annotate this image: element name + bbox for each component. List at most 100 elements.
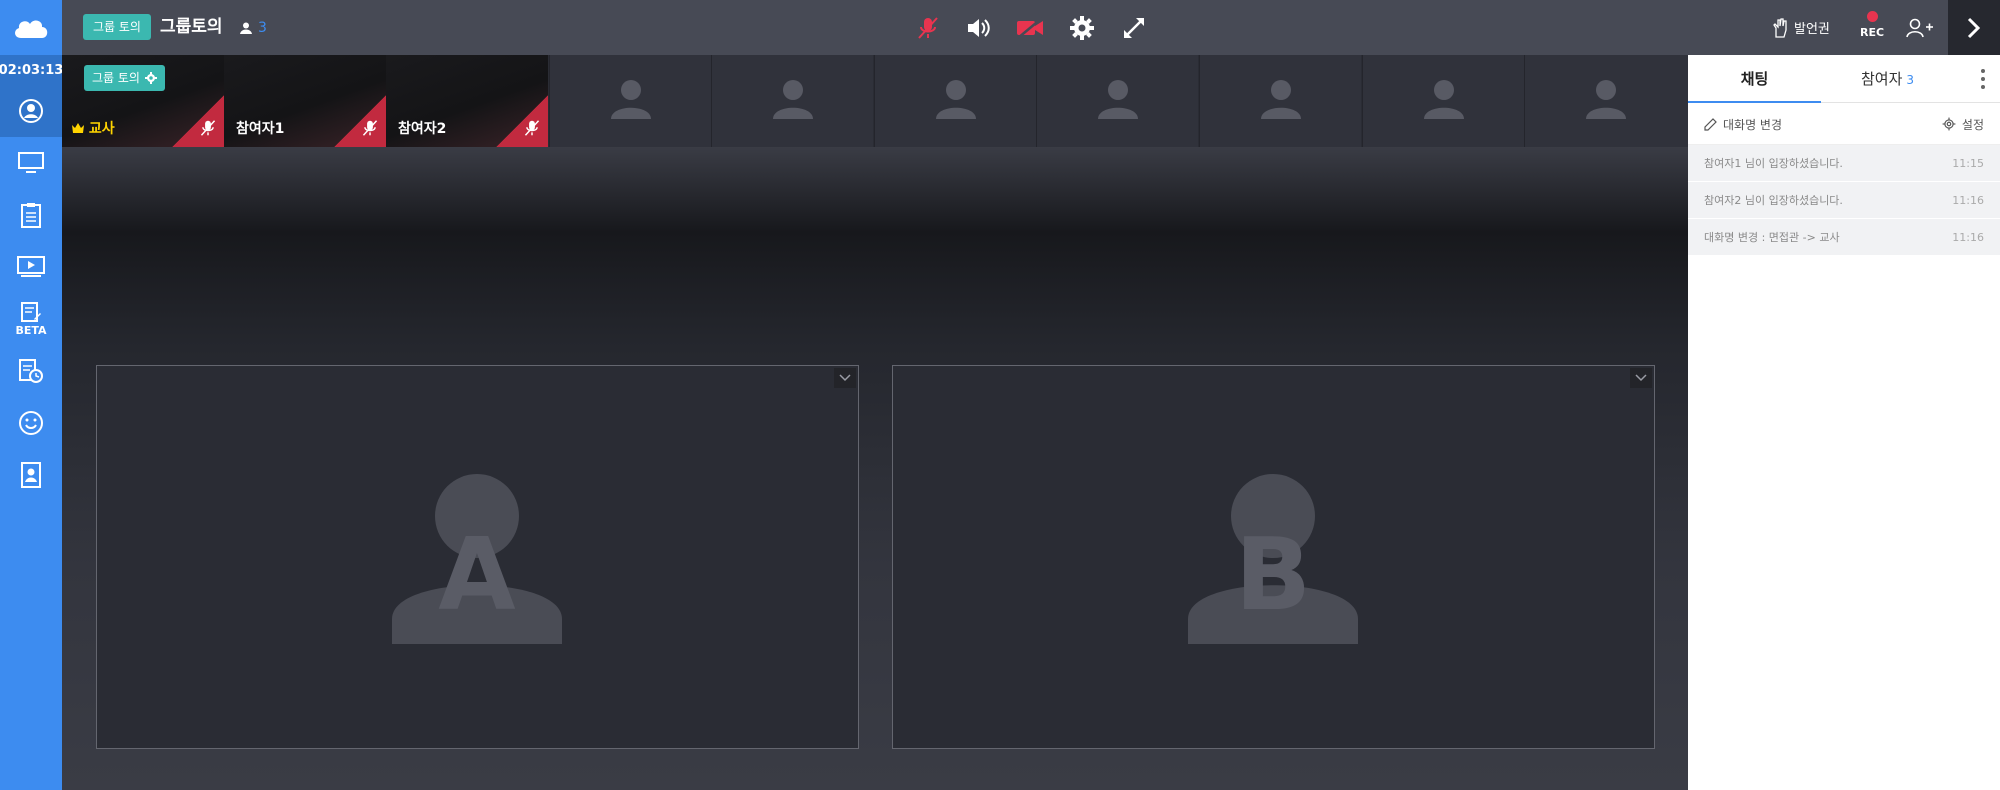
tab-participants[interactable]: 참여자 3: [1821, 55, 1954, 103]
person-placeholder-icon: [1424, 80, 1464, 119]
thumb-name: 참여자1: [236, 121, 285, 137]
sidebar-item-beta-editor[interactable]: BETA: [0, 293, 62, 345]
message-time: 11:16: [1952, 193, 1984, 207]
expand-icon: [1124, 18, 1144, 38]
toggle-panel-button[interactable]: [1948, 0, 2000, 55]
avatar-letter: A: [438, 516, 515, 633]
play-screen-icon: [17, 256, 45, 277]
avatar-b-icon: B: [1188, 474, 1358, 644]
speaker-icon: [968, 19, 990, 37]
user-circle-icon: [19, 99, 43, 123]
message-text: 참여자1 님이 입장하셨습니다.: [1704, 157, 1843, 170]
sidebar-item-video[interactable]: [0, 241, 62, 293]
video-box-a[interactable]: A: [96, 365, 859, 749]
participant-count: 3: [240, 0, 267, 55]
speaker-button[interactable]: [962, 12, 994, 44]
record-label: REC: [1859, 26, 1885, 39]
thumb-participant-2[interactable]: 참여자2: [386, 55, 548, 147]
muted-corner: [334, 95, 386, 147]
mic-muted-icon: [524, 120, 540, 136]
sidebar-item-emoji[interactable]: [0, 397, 62, 449]
settings-button[interactable]: [1066, 12, 1098, 44]
thumb-name: 교사: [72, 118, 115, 138]
raise-hand-icon: [1773, 17, 1787, 38]
fullscreen-button[interactable]: [1118, 12, 1150, 44]
mode-badge: 그룹 토의: [83, 14, 151, 40]
chat-panel: 채팅 참여자 3 대화명 변경 설정 참여자1 님이 입장하셨습니다. 11:15…: [1688, 55, 2000, 790]
camera-toggle-button[interactable]: [1014, 12, 1046, 44]
sidebar-item-board[interactable]: [0, 189, 62, 241]
participant-strip: 그룹 토의 교사 참여자1 참여자2: [62, 55, 1688, 147]
chat-tools: 대화명 변경 설정: [1688, 103, 2000, 145]
thumb-empty-slot[interactable]: [1362, 55, 1524, 147]
chat-message: 참여자1 님이 입장하셨습니다. 11:15: [1688, 145, 2000, 182]
mic-toggle-button[interactable]: [912, 12, 944, 44]
person-placeholder-icon: [936, 80, 976, 119]
monitor-icon: [18, 152, 44, 173]
message-time: 11:15: [1952, 156, 1984, 170]
settings-label: 설정: [1961, 117, 1984, 132]
person-placeholder-icon: [1586, 80, 1626, 119]
main-stage: A B: [62, 147, 1688, 790]
doc-clock-icon: [19, 359, 43, 383]
top-bar: 그룹 토의 그룹토의 3 발언권 REC: [62, 0, 2000, 55]
person-placeholder-icon: [611, 80, 651, 119]
contact-book-icon: [21, 462, 41, 488]
group-settings-label: 그룹 토의: [92, 71, 140, 85]
video-box-b[interactable]: B: [892, 365, 1655, 749]
mic-muted-icon: [918, 17, 938, 39]
edit-doc-icon: [21, 301, 41, 322]
muted-corner: [496, 95, 548, 147]
person-placeholder-icon: [1261, 80, 1301, 119]
person-icon: [240, 22, 252, 34]
more-options-icon[interactable]: [1980, 69, 1986, 89]
session-timer: 02:03:13: [0, 55, 63, 85]
thumb-participant-1[interactable]: 참여자1: [224, 55, 386, 147]
thumb-host[interactable]: 그룹 토의 교사: [62, 55, 224, 147]
sidebar-item-schedule[interactable]: [0, 345, 62, 397]
rename-label: 대화명 변경: [1723, 117, 1783, 132]
invite-user-button[interactable]: [1904, 12, 1936, 44]
pencil-icon: [1704, 117, 1717, 131]
tab-chat[interactable]: 채팅: [1688, 55, 1821, 103]
beta-badge: BETA: [15, 323, 47, 337]
message-time: 11:16: [1952, 230, 1984, 244]
thumb-empty-slot[interactable]: [874, 55, 1036, 147]
left-sidebar: 02:03:13 BETA: [0, 0, 63, 790]
clipboard-icon: [21, 203, 41, 228]
avatar-letter: B: [1235, 516, 1311, 633]
record-button[interactable]: REC: [1857, 11, 1887, 39]
crown-icon: [72, 123, 84, 133]
gear-icon: [144, 72, 157, 84]
gear-icon: [1070, 16, 1094, 40]
group-settings-badge[interactable]: 그룹 토의: [84, 65, 165, 91]
tab-participants-label: 참여자: [1860, 70, 1903, 88]
message-text: 대화명 변경 : 면접관 -> 교사: [1704, 231, 1840, 244]
sidebar-item-participants[interactable]: [0, 85, 62, 137]
room-title: 그룹토의: [160, 17, 223, 37]
chevron-down-icon: [839, 374, 851, 382]
message-text: 참여자2 님이 입장하셨습니다.: [1704, 194, 1843, 207]
chat-settings-button[interactable]: 설정: [1942, 103, 1984, 145]
panel-tabs: 채팅 참여자 3: [1688, 55, 2000, 103]
sidebar-item-screen[interactable]: [0, 137, 62, 189]
chat-message: 참여자2 님이 입장하셨습니다. 11:16: [1688, 182, 2000, 219]
thumb-empty-slot[interactable]: [711, 55, 873, 147]
thumb-empty-slot[interactable]: [549, 55, 711, 147]
thumb-empty-slot[interactable]: [1199, 55, 1361, 147]
add-user-icon: [1906, 18, 1933, 38]
rename-button[interactable]: 대화명 변경: [1704, 103, 1782, 145]
chat-message: 대화명 변경 : 면접관 -> 교사 11:16: [1688, 219, 2000, 256]
chevron-right-icon: [1967, 17, 1981, 38]
tab-participants-count: 3: [1906, 73, 1915, 87]
box-menu-button[interactable]: [834, 368, 856, 388]
thumb-empty-slot[interactable]: [1524, 55, 1688, 147]
thumb-empty-slot[interactable]: [1036, 55, 1198, 147]
box-menu-button[interactable]: [1630, 368, 1652, 388]
person-placeholder-icon: [1098, 80, 1138, 119]
speak-permission-button[interactable]: 발언권: [1772, 0, 1830, 55]
record-dot-icon: [1866, 11, 1878, 22]
cloud-logo-icon: [0, 0, 62, 55]
sidebar-item-contacts[interactable]: [0, 449, 62, 501]
muted-corner: [172, 95, 224, 147]
